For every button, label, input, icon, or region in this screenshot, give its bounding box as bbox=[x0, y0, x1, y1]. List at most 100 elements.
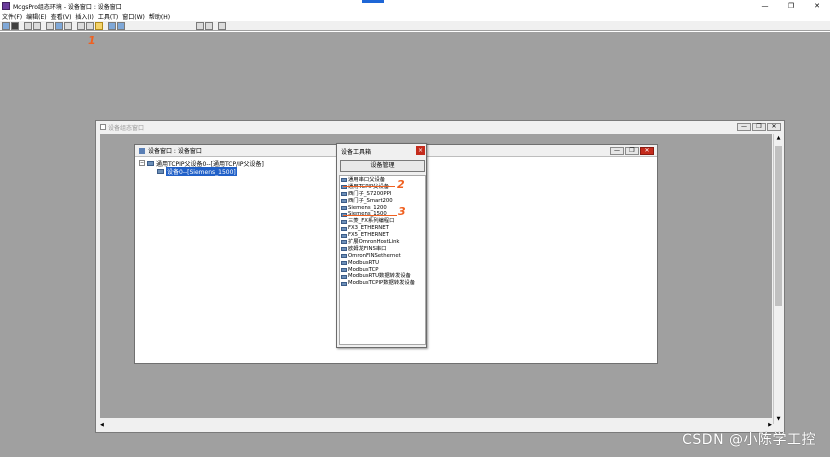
scroll-left-icon[interactable]: ◀ bbox=[100, 422, 104, 428]
device-icon bbox=[341, 261, 347, 266]
copy-icon[interactable] bbox=[55, 21, 63, 30]
device-icon bbox=[147, 160, 154, 166]
toolbox-item-label: Siemens_1200 bbox=[348, 204, 387, 211]
toolbox-item[interactable]: OmronFINSethernet bbox=[341, 253, 425, 260]
menu-file[interactable]: 文件(F) bbox=[2, 12, 22, 21]
app-icon bbox=[2, 2, 10, 10]
child-close-button[interactable]: ✕ bbox=[767, 123, 781, 131]
device-window-close-button[interactable]: ✕ bbox=[640, 147, 654, 155]
window-controls: — ❐ ✕ bbox=[752, 0, 830, 12]
device-icon bbox=[341, 178, 347, 183]
new-file-icon[interactable] bbox=[2, 21, 10, 30]
scroll-up-icon[interactable]: ▲ bbox=[774, 134, 783, 143]
tree-row-child[interactable]: 设备0--[Siemens_1500] bbox=[157, 166, 264, 176]
device-window-icon bbox=[139, 147, 145, 154]
device-icon bbox=[341, 274, 347, 279]
title-accent-bar bbox=[362, 0, 384, 3]
device-toolbox-icon[interactable] bbox=[95, 21, 103, 30]
toolbox-item-label: FX5_ETHERNET bbox=[348, 232, 389, 239]
toolbox-item[interactable]: 西门子_Smart200 bbox=[341, 198, 425, 205]
check-icon[interactable] bbox=[196, 21, 204, 30]
device-config-title-bar: 设备组态窗口 bbox=[96, 121, 784, 133]
undo-icon[interactable] bbox=[77, 21, 85, 30]
device-icon bbox=[341, 199, 347, 204]
object-icon[interactable] bbox=[117, 21, 125, 30]
toolbox-item[interactable]: ModbusTCPIP数据转发设备 bbox=[341, 280, 425, 287]
print-icon[interactable] bbox=[24, 21, 32, 30]
toolbox-item[interactable]: 通用串口父设备 bbox=[341, 177, 425, 184]
cut-icon[interactable] bbox=[46, 21, 54, 30]
toolbox-item-label: FX3_ETHERNET bbox=[348, 225, 389, 232]
toolbox-item[interactable]: 三菱_FX系列编程口 bbox=[341, 218, 425, 225]
menu-window[interactable]: 窗口(W) bbox=[122, 12, 145, 21]
preview-icon[interactable] bbox=[33, 21, 41, 30]
vertical-scrollbar[interactable]: ▲ ▼ bbox=[773, 134, 782, 424]
toolbox-title-bar: 设备工具箱 × bbox=[337, 144, 426, 158]
device-icon bbox=[341, 247, 347, 252]
toolbox-item[interactable]: ModbusRTU bbox=[341, 260, 425, 267]
toolbox-item-label: ModbusTCPIP数据转发设备 bbox=[348, 280, 416, 287]
toolbox-item-label: OmronFINSethernet bbox=[348, 252, 401, 259]
minimize-button[interactable]: — bbox=[752, 0, 778, 12]
paste-icon[interactable] bbox=[64, 21, 72, 30]
toolbox-item[interactable]: 扩展OmronHostLink bbox=[341, 239, 425, 246]
toolbox-item[interactable]: FX5_ETHERNET bbox=[341, 232, 425, 239]
toolbox-item-label: 通用TCPIP父设备 bbox=[348, 184, 389, 191]
window-icon bbox=[100, 124, 106, 130]
app-title: McgsPro组态环境 - 设备窗口 : 设备窗口 bbox=[13, 3, 122, 11]
tree-child-label: 设备0--[Siemens_1500] bbox=[166, 166, 237, 176]
toolbox-title: 设备工具箱 bbox=[341, 148, 372, 156]
toolbox-item-label: ModbusRTU bbox=[348, 259, 380, 266]
toolbox-item[interactable]: 西门子_S7200PPI bbox=[341, 191, 425, 198]
device-window-minimize-button[interactable]: — bbox=[610, 147, 624, 155]
menu-view[interactable]: 查看(V) bbox=[51, 12, 72, 21]
device-manage-button[interactable]: 设备管理 bbox=[340, 160, 425, 172]
toolbox-item-label: 通用串口父设备 bbox=[348, 177, 386, 183]
restore-button[interactable]: ❐ bbox=[778, 0, 804, 12]
toolbox-item-label: 扩展OmronHostLink bbox=[348, 239, 400, 246]
child-restore-button[interactable]: ❐ bbox=[752, 123, 766, 131]
collapse-icon[interactable]: − bbox=[139, 160, 145, 166]
device-icon bbox=[341, 254, 347, 259]
device-icon bbox=[157, 168, 164, 174]
device-icon bbox=[341, 226, 347, 231]
toolbox-close-button[interactable]: × bbox=[416, 146, 425, 155]
run-icon[interactable] bbox=[218, 21, 226, 30]
device-icon bbox=[341, 206, 347, 210]
device-icon bbox=[341, 233, 347, 238]
scroll-down-icon[interactable]: ▼ bbox=[774, 415, 783, 424]
device-icon bbox=[341, 281, 347, 286]
property-icon[interactable] bbox=[108, 21, 116, 30]
menu-insert[interactable]: 插入(I) bbox=[75, 12, 93, 21]
menu-tools[interactable]: 工具(T) bbox=[98, 12, 118, 21]
child-minimize-button[interactable]: — bbox=[737, 123, 751, 131]
scroll-right-icon[interactable]: ▶ bbox=[768, 422, 772, 428]
device-config-controls: — ❐ ✕ bbox=[736, 123, 781, 131]
toolbox-item[interactable]: 通用TCPIP父设备 bbox=[341, 184, 425, 191]
device-window-restore-button[interactable]: ❐ bbox=[625, 147, 639, 155]
device-icon bbox=[341, 219, 347, 224]
download-icon[interactable] bbox=[205, 21, 213, 30]
device-window-controls: — ❐ ✕ bbox=[609, 147, 654, 155]
annotation-underline-3 bbox=[343, 215, 397, 216]
menu-edit[interactable]: 编辑(E) bbox=[26, 12, 46, 21]
toolbox-item[interactable]: 欧姆龙FINS串口 bbox=[341, 246, 425, 253]
menu-bar: 文件(F) 编辑(E) 查看(V) 插入(I) 工具(T) 窗口(W) 帮助(H… bbox=[0, 12, 830, 21]
horizontal-scrollbar[interactable]: ◀ ▶ bbox=[100, 422, 772, 430]
toolbox-item[interactable]: Siemens_1200 bbox=[341, 205, 425, 212]
menu-help[interactable]: 帮助(H) bbox=[149, 12, 170, 21]
annotation-step-3: 3 bbox=[398, 205, 406, 218]
toolbox-item-label: 三菱_FX系列编程口 bbox=[348, 218, 395, 225]
app-title-bar: McgsPro组态环境 - 设备窗口 : 设备窗口 — ❐ ✕ bbox=[0, 0, 830, 12]
watermark: CSDN @小陈学工控 bbox=[682, 432, 816, 448]
device-config-title: 设备组态窗口 bbox=[108, 124, 145, 132]
annotation-underline-2 bbox=[343, 186, 395, 187]
device-icon bbox=[341, 240, 347, 245]
save-icon[interactable] bbox=[11, 21, 19, 30]
device-window-title: 设备窗口 : 设备窗口 bbox=[148, 148, 202, 155]
device-icon bbox=[341, 268, 347, 273]
close-button[interactable]: ✕ bbox=[804, 0, 830, 12]
scroll-thumb[interactable] bbox=[775, 146, 782, 306]
redo-icon[interactable] bbox=[86, 21, 94, 30]
toolbox-item[interactable]: FX3_ETHERNET bbox=[341, 225, 425, 232]
